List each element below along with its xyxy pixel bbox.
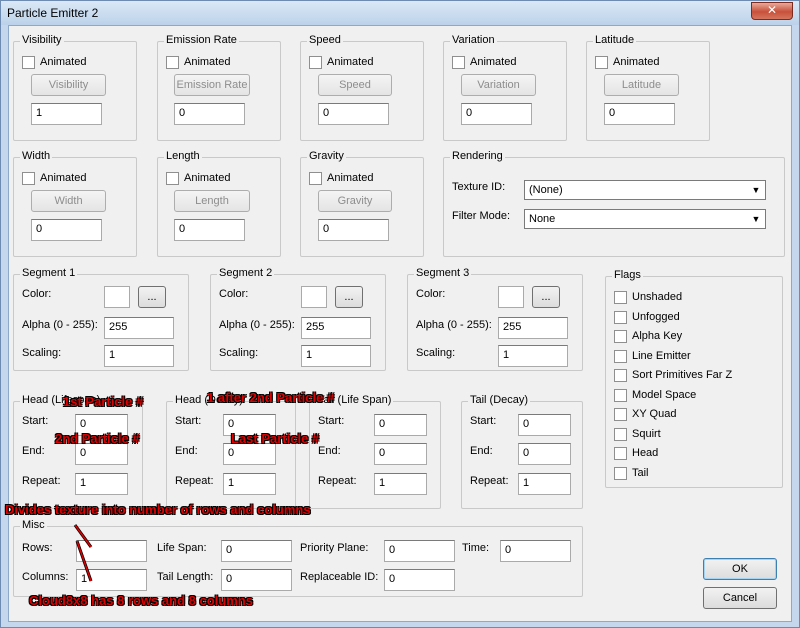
annotation-second-particle: 2nd Particle # [55, 431, 140, 446]
annotation-arrows [73, 524, 93, 582]
annotation-one-after-second: 1 after 2nd Particle # [207, 390, 335, 405]
annotation-last-particle: Last Particle # [231, 431, 320, 446]
particle-emitter-window: Particle Emitter 2 ✕ Visibility Animated… [0, 0, 800, 628]
annotation-first-particle: 1st Particle # [63, 394, 144, 409]
annotation-arrow [76, 540, 92, 582]
annotation-divides-texture: Divides texture into number of rows and … [5, 502, 311, 517]
annotation-cloud-note: Cloud8x8 has 8 rows and 8 columns [29, 593, 253, 608]
